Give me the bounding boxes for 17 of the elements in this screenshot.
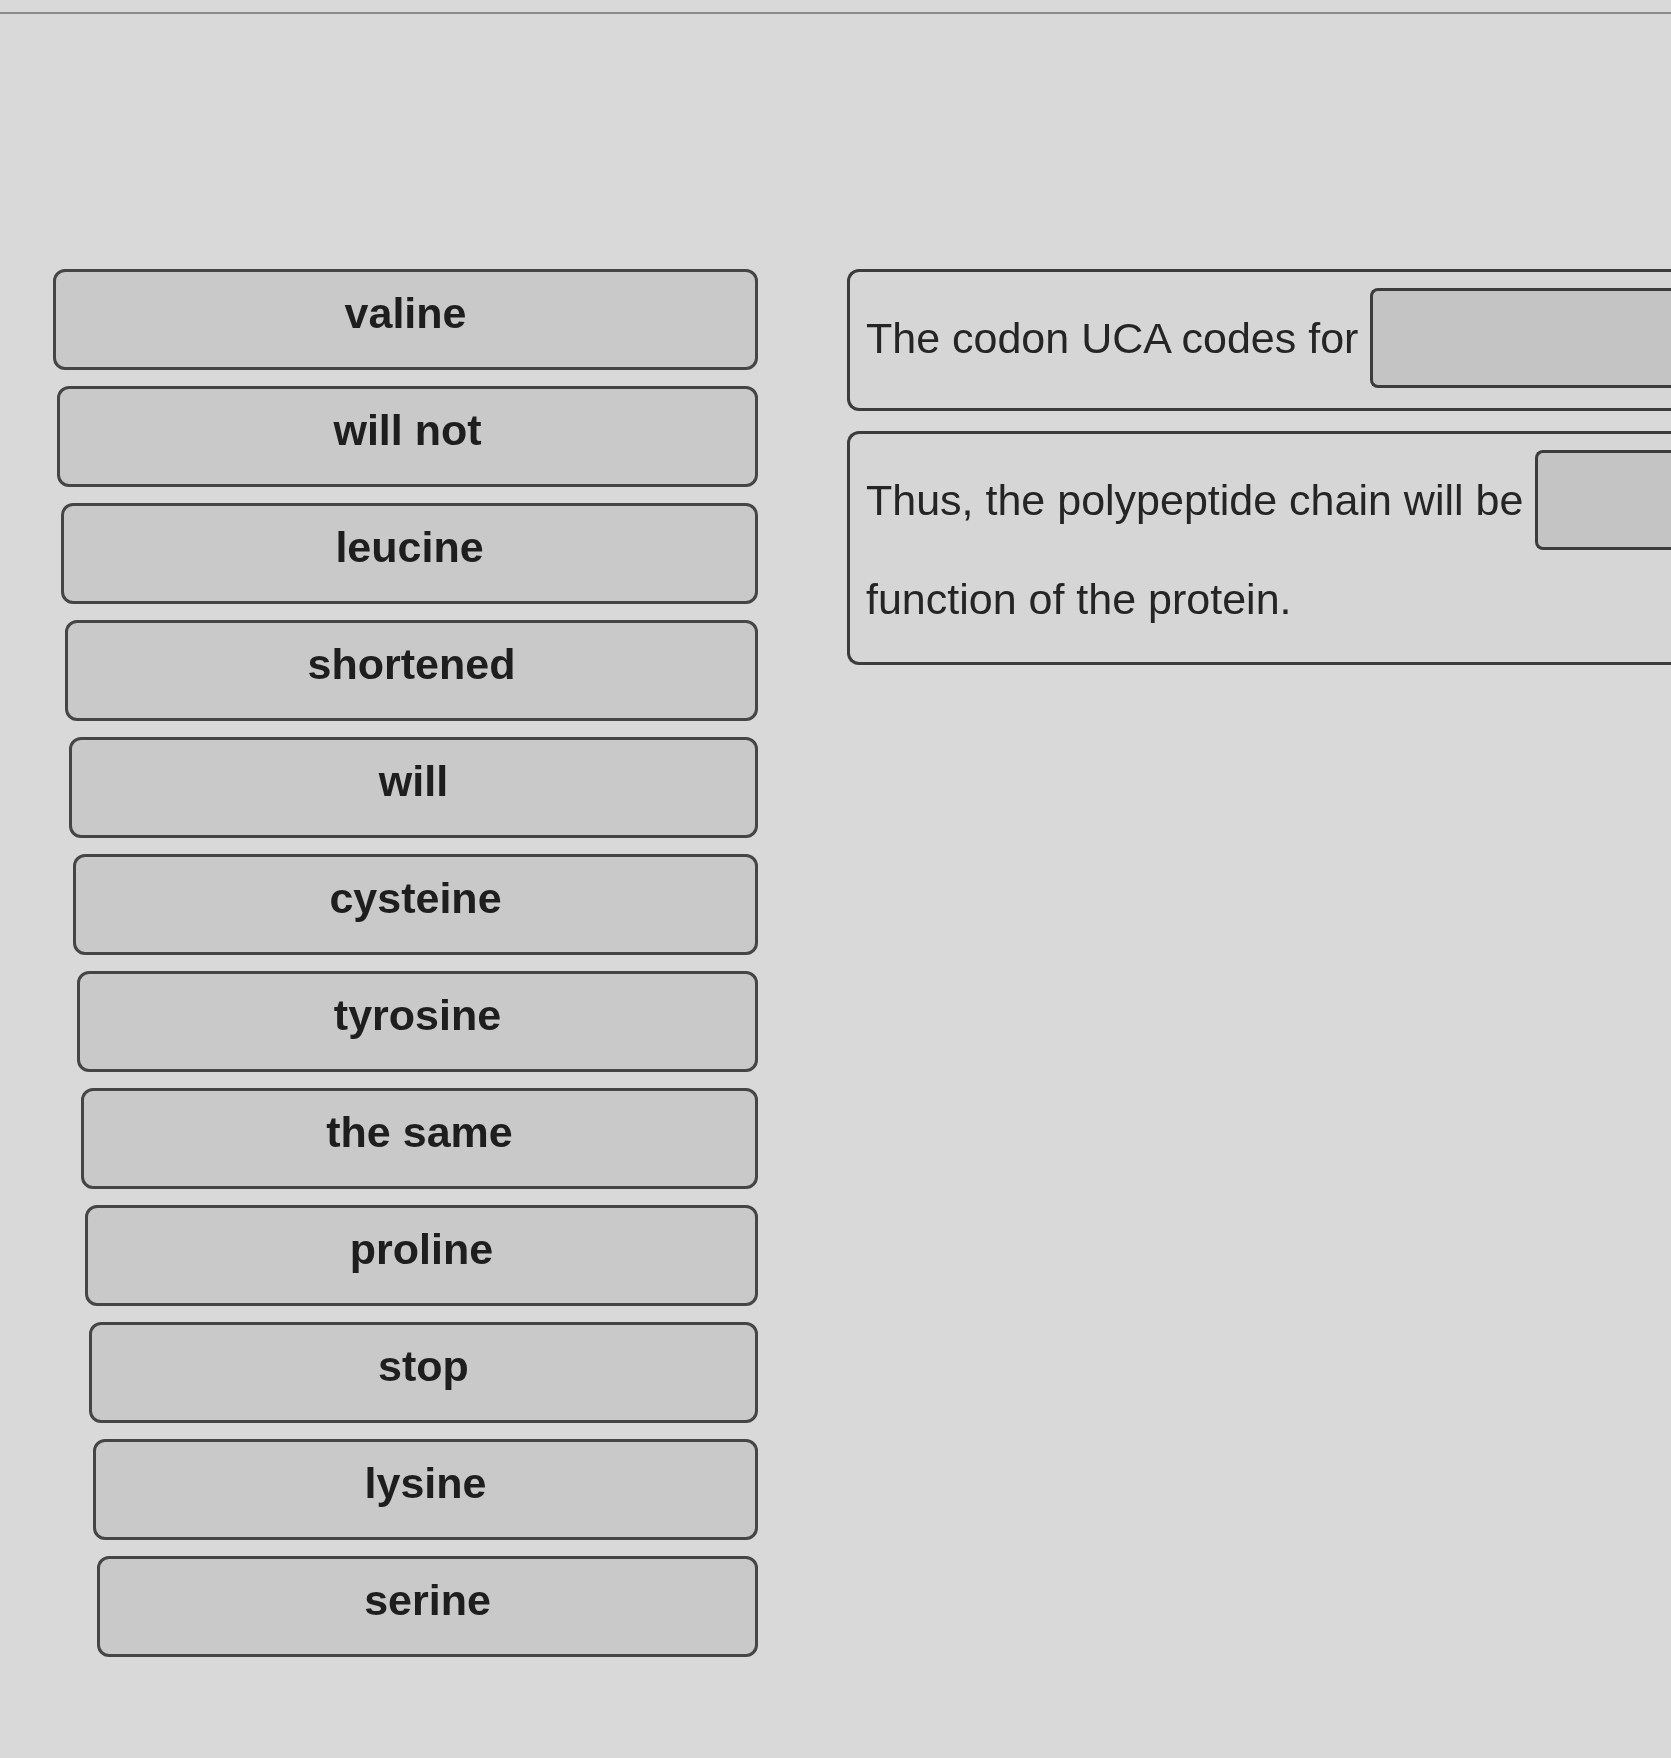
answer-choice[interactable]: will — [69, 737, 758, 838]
answer-choice[interactable]: serine — [97, 1556, 758, 1657]
statement-text: function of the protein. — [866, 574, 1292, 624]
answer-choice[interactable]: cysteine — [73, 854, 758, 955]
answer-choice[interactable]: will not — [57, 386, 758, 487]
answer-choice[interactable]: the same — [81, 1088, 758, 1189]
answer-choice[interactable]: stop — [89, 1322, 758, 1423]
statement-text: The codon UCA codes for — [866, 313, 1359, 363]
answer-choice[interactable]: proline — [85, 1205, 758, 1306]
answer-choice[interactable]: lysine — [93, 1439, 758, 1540]
answer-choice[interactable]: leucine — [61, 503, 758, 604]
answer-blank[interactable] — [1535, 450, 1671, 550]
statement-text: Thus, the polypeptide chain will be — [866, 475, 1524, 525]
answer-choice[interactable]: valine — [53, 269, 758, 370]
answer-choice[interactable]: tyrosine — [77, 971, 758, 1072]
answer-blank[interactable] — [1370, 288, 1671, 388]
answer-choice[interactable]: shortened — [65, 620, 758, 721]
